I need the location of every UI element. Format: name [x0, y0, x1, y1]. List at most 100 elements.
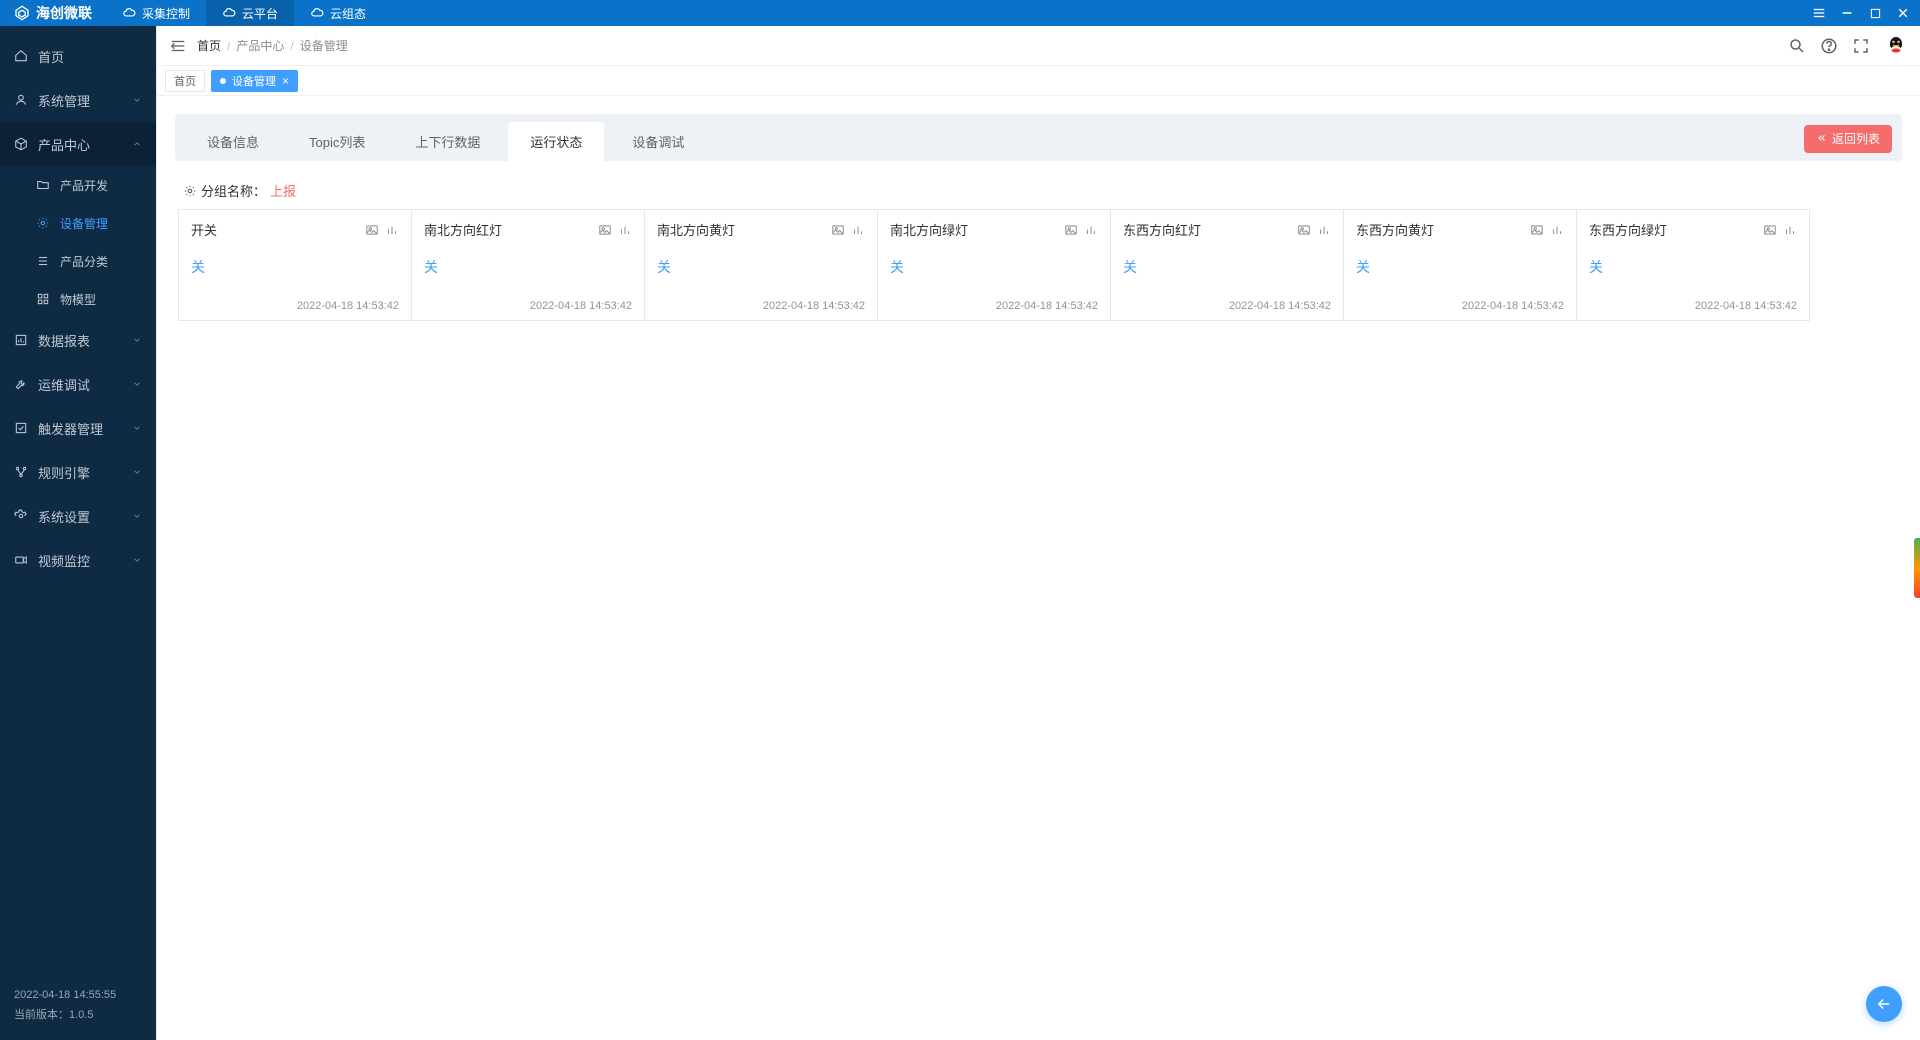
status-card-0: 开关关2022-04-18 14:53:42: [178, 209, 412, 321]
sidebar-version: 当前版本：1.0.5: [14, 1006, 142, 1026]
sidebar-item-8[interactable]: 视频监控: [0, 538, 156, 582]
topnav-item-2[interactable]: 云组态: [294, 0, 382, 26]
card-icons: [1297, 223, 1331, 237]
sidebar-item-1[interactable]: 系统管理: [0, 78, 156, 122]
tab-active-dot-icon: [220, 78, 226, 84]
card-title: 南北方向黄灯: [657, 220, 735, 239]
page-tab-label: 设备管理: [232, 73, 276, 89]
card-image-icon[interactable]: [1763, 223, 1777, 237]
card-image-icon[interactable]: [831, 223, 845, 237]
card-title: 东西方向黄灯: [1356, 220, 1434, 239]
card-title: 南北方向红灯: [424, 220, 502, 239]
panel-tabs: 设备信息Topic列表上下行数据运行状态设备调试 返回列表: [175, 114, 1902, 161]
fullscreen-icon[interactable]: [1852, 37, 1870, 55]
status-card-5: 东西方向黄灯关2022-04-18 14:53:42: [1343, 209, 1577, 321]
topnav-item-1[interactable]: 云平台: [206, 0, 294, 26]
window-menu-button[interactable]: [1812, 6, 1826, 20]
sidebar-subitem-2-3[interactable]: 物模型: [0, 280, 156, 318]
card-title: 开关: [191, 220, 217, 239]
card-image-icon[interactable]: [1530, 223, 1544, 237]
brand: 海创微联: [0, 3, 106, 23]
back-to-list-button[interactable]: 返回列表: [1804, 125, 1892, 153]
window-close-button[interactable]: [1896, 6, 1910, 20]
card-chart-icon[interactable]: [1084, 223, 1098, 237]
sidebar-item-label: 视频监控: [38, 551, 90, 570]
card-image-icon[interactable]: [1064, 223, 1078, 237]
card-title: 东西方向绿灯: [1589, 220, 1667, 239]
sidebar-item-4[interactable]: 运维调试: [0, 362, 156, 406]
card-chart-icon[interactable]: [851, 223, 865, 237]
sidebar-item-0[interactable]: 首页: [0, 34, 156, 78]
sidebar-item-label: 产品中心: [38, 135, 90, 154]
content: 设备信息Topic列表上下行数据运行状态设备调试返回列表 分组名称： 上报 开关…: [157, 96, 1920, 1040]
brand-logo-icon: [14, 5, 30, 21]
card-head: 开关: [191, 220, 399, 239]
titlebar: 海创微联 采集控制云平台云组态: [0, 0, 1920, 26]
page-tab-1[interactable]: 设备管理 ×: [211, 70, 298, 92]
sidebar-item-label: 数据报表: [38, 331, 90, 350]
card-timestamp: 2022-04-18 14:53:42: [890, 300, 1098, 312]
card-icons: [1064, 223, 1098, 237]
breadcrumb-item-0[interactable]: 首页: [197, 37, 221, 54]
breadcrumb-sep: /: [290, 39, 293, 53]
sidebar-item-2[interactable]: 产品中心: [0, 122, 156, 166]
card-title: 东西方向红灯: [1123, 220, 1201, 239]
panel-body: 分组名称： 上报 开关关2022-04-18 14:53:42南北方向红灯关20…: [175, 161, 1902, 325]
window-maximize-button[interactable]: [1868, 6, 1882, 20]
main: 首页/产品中心/设备管理 首页设备管理× 设备信息Topic列表上下行数据运行状…: [156, 26, 1920, 1040]
sidebar-subitem-2-0[interactable]: 产品开发: [0, 166, 156, 204]
card-value: 关: [424, 257, 632, 277]
sidebar-item-6[interactable]: 规则引擎: [0, 450, 156, 494]
panel-tab-3[interactable]: 运行状态: [508, 122, 604, 161]
search-icon[interactable]: [1788, 37, 1806, 55]
card-chart-icon[interactable]: [1783, 223, 1797, 237]
panel-tab-0[interactable]: 设备信息: [185, 122, 281, 161]
card-chart-icon[interactable]: [618, 223, 632, 237]
page-tab-0[interactable]: 首页: [165, 70, 205, 92]
panel-tab-2[interactable]: 上下行数据: [393, 122, 502, 161]
sidebar-subitem-label: 产品开发: [60, 177, 108, 194]
topnav-item-0[interactable]: 采集控制: [106, 0, 206, 26]
floating-back-button[interactable]: [1866, 986, 1902, 1022]
sidebar-collapse-button[interactable]: [169, 37, 187, 55]
window-minimize-button[interactable]: [1840, 6, 1854, 20]
card-head: 南北方向黄灯: [657, 220, 865, 239]
breadcrumb: 首页/产品中心/设备管理: [197, 37, 348, 54]
card-head: 南北方向绿灯: [890, 220, 1098, 239]
back-button-label: 返回列表: [1832, 130, 1880, 147]
card-head: 东西方向红灯: [1123, 220, 1331, 239]
card-image-icon[interactable]: [1297, 223, 1311, 237]
panel: 设备信息Topic列表上下行数据运行状态设备调试返回列表 分组名称： 上报 开关…: [175, 114, 1902, 325]
card-timestamp: 2022-04-18 14:53:42: [657, 300, 865, 312]
sidebar-item-label: 系统管理: [38, 91, 90, 110]
card-chart-icon[interactable]: [1317, 223, 1331, 237]
card-chart-icon[interactable]: [385, 223, 399, 237]
sidebar-item-5[interactable]: 触发器管理: [0, 406, 156, 450]
main-header: 首页/产品中心/设备管理: [157, 26, 1920, 66]
edge-handle[interactable]: [1914, 538, 1920, 598]
window-controls: [1802, 6, 1920, 20]
qq-icon[interactable]: [1884, 34, 1908, 58]
card-image-icon[interactable]: [365, 223, 379, 237]
sidebar-item-7[interactable]: 系统设置: [0, 494, 156, 538]
status-card-3: 南北方向绿灯关 2022-04-18 14:53:42: [877, 209, 1111, 321]
brand-label: 海创微联: [36, 3, 92, 23]
breadcrumb-item-2: 设备管理: [300, 37, 348, 54]
sidebar-subitem-2-2[interactable]: 产品分类: [0, 242, 156, 280]
group-label-text: 分组名称：: [201, 181, 266, 200]
card-timestamp: 2022-04-18 14:53:42: [191, 300, 399, 312]
card-value: 关: [890, 257, 1098, 277]
sidebar-subitem-2-1[interactable]: 设备管理: [0, 204, 156, 242]
card-chart-icon[interactable]: [1550, 223, 1564, 237]
help-icon[interactable]: [1820, 37, 1838, 55]
panel-tab-1[interactable]: Topic列表: [287, 122, 387, 161]
card-value: 关: [1589, 257, 1797, 277]
sidebar-menu: 首页系统管理产品中心产品开发设备管理产品分类物模型数据报表运维调试触发器管理规则…: [0, 26, 156, 976]
card-icons: [365, 223, 399, 237]
sidebar-item-3[interactable]: 数据报表: [0, 318, 156, 362]
panel-tab-4[interactable]: 设备调试: [610, 122, 706, 161]
tab-close-icon[interactable]: ×: [282, 74, 289, 88]
sidebar-time: 2022-04-18 14:55:55: [14, 986, 142, 1006]
card-image-icon[interactable]: [598, 223, 612, 237]
page-tabs: 首页 设备管理 ×: [157, 66, 1920, 96]
